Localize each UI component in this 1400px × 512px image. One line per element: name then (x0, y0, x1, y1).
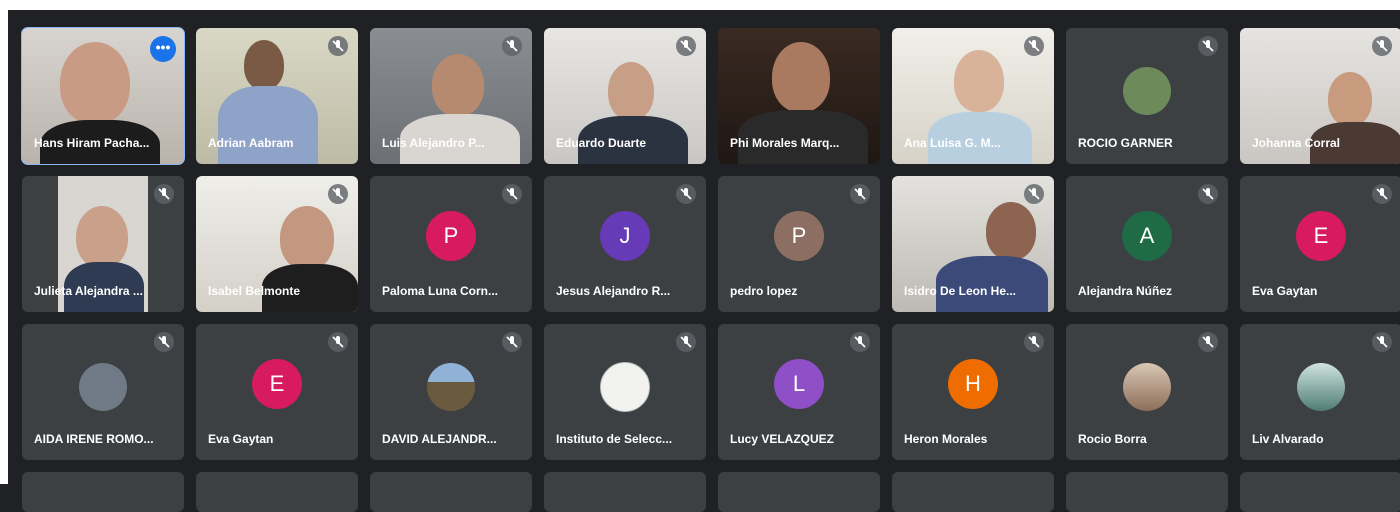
participant-tile[interactable]: Isidro De Leon He... (892, 176, 1054, 312)
mic-off-icon (1372, 184, 1392, 204)
mic-off-icon (1198, 36, 1218, 56)
participant-tile[interactable]: Rocio Borra (1066, 324, 1228, 460)
profile-photo-avatar (600, 361, 650, 412)
participant-tile[interactable]: Phi Morales Marq... (718, 28, 880, 164)
participant-name: Liv Alvarado (1252, 432, 1324, 446)
participant-name: AIDA IRENE ROMO... (34, 432, 154, 446)
profile-photo-avatar (1297, 362, 1345, 411)
participant-name: DAVID ALEJANDR... (382, 432, 497, 446)
participant-tile[interactable]: Instituto de Selecc... (544, 324, 706, 460)
initial-avatar: L (774, 358, 824, 409)
profile-photo-avatar (427, 362, 475, 411)
mic-off-icon (1372, 36, 1392, 56)
participant-tile[interactable]: E Eva Gaytan (196, 324, 358, 460)
participant-tile[interactable]: H Heron Morales (892, 324, 1054, 460)
participant-name: Lucy VELAZQUEZ (730, 432, 835, 446)
mic-off-icon (676, 332, 696, 352)
participant-tile[interactable]: P pedro lopez (718, 176, 880, 312)
mic-off-icon (328, 332, 348, 352)
participant-tile[interactable]: Luis Alejandro P... (370, 28, 532, 164)
profile-photo-avatar (1123, 66, 1171, 115)
participant-name: Luis Alejandro P... (382, 136, 485, 150)
participant-name: Rocio Borra (1078, 432, 1147, 446)
participant-name: Phi Morales Marq... (730, 136, 840, 150)
more-options-button[interactable]: ••• (150, 36, 176, 62)
mic-off-icon (1024, 332, 1044, 352)
mic-off-icon (1024, 36, 1044, 56)
participant-tile[interactable]: DAVID ALEJANDR... (370, 324, 532, 460)
participant-tile[interactable] (718, 472, 880, 512)
participant-tile[interactable]: AIDA IRENE ROMO... (22, 324, 184, 460)
mic-off-icon (1198, 332, 1218, 352)
participant-name: Julieta Alejandra ... (34, 284, 143, 298)
participant-name: ROCIO GARNER (1078, 136, 1173, 150)
initial-avatar: A (1122, 210, 1172, 261)
participant-tile[interactable] (196, 472, 358, 512)
mic-off-icon (502, 36, 522, 56)
participant-name: Heron Morales (904, 432, 988, 446)
participant-tile[interactable]: Isabel Belmonte (196, 176, 358, 312)
participant-tile[interactable]: P Paloma Luna Corn... (370, 176, 532, 312)
participant-name: Instituto de Selecc... (556, 432, 673, 446)
participant-name: Eduardo Duarte (556, 136, 647, 150)
participant-name: Eva Gaytan (208, 432, 274, 446)
participant-name: Jesus Alejandro R... (556, 284, 671, 298)
participant-tile[interactable]: Julieta Alejandra ... (22, 176, 184, 312)
participant-tile[interactable]: ••• Hans Hiram Pacha... (21, 27, 185, 165)
initial-avatar: H (948, 358, 998, 409)
participant-name: pedro lopez (730, 284, 798, 298)
participant-tile[interactable]: A Alejandra Núñez (1066, 176, 1228, 312)
profile-photo-avatar (79, 362, 127, 411)
participant-grid: ••• Hans Hiram Pacha... Adrian Aabram Lu… (21, 27, 1400, 512)
participant-tile[interactable] (370, 472, 532, 512)
initial-avatar: J (600, 210, 650, 261)
top-edge (0, 0, 1400, 10)
mic-off-icon (1024, 184, 1044, 204)
mic-off-icon (676, 184, 696, 204)
mic-off-icon (328, 184, 348, 204)
initial-avatar: P (774, 210, 824, 261)
mic-off-icon (850, 332, 870, 352)
participant-name: Ana Luisa G. M... (904, 136, 1001, 150)
participant-tile[interactable] (544, 472, 706, 512)
mic-off-icon (154, 184, 174, 204)
mic-off-icon (676, 36, 696, 56)
participant-tile[interactable]: Liv Alvarado (1240, 324, 1400, 460)
participant-tile[interactable]: J Jesus Alejandro R... (544, 176, 706, 312)
mic-off-icon (328, 36, 348, 56)
participant-tile[interactable] (892, 472, 1054, 512)
participant-tile[interactable]: ROCIO GARNER (1066, 28, 1228, 164)
participant-tile[interactable]: Ana Luisa G. M... (892, 28, 1054, 164)
participant-name: Johanna Corral (1252, 136, 1341, 150)
participant-tile[interactable]: E Eva Gaytan (1240, 176, 1400, 312)
participant-tile[interactable]: L Lucy VELAZQUEZ (718, 324, 880, 460)
initial-avatar: E (252, 358, 302, 409)
mic-off-icon (502, 184, 522, 204)
participant-name: Paloma Luna Corn... (382, 284, 499, 298)
mic-off-icon (1198, 184, 1218, 204)
participant-tile[interactable] (1066, 472, 1228, 512)
participant-tile[interactable] (22, 472, 184, 512)
mic-off-icon (1372, 332, 1392, 352)
participant-name: Eva Gaytan (1252, 284, 1318, 298)
mic-off-icon (502, 332, 522, 352)
participant-tile[interactable]: Adrian Aabram (196, 28, 358, 164)
participant-tile[interactable]: Eduardo Duarte (544, 28, 706, 164)
participant-name: Adrian Aabram (208, 136, 294, 150)
participant-name: Alejandra Núñez (1078, 284, 1173, 298)
initial-avatar: E (1296, 210, 1346, 261)
participant-tile[interactable] (1240, 472, 1400, 512)
profile-photo-avatar (1123, 362, 1171, 411)
participant-tile[interactable]: Johanna Corral (1240, 28, 1400, 164)
participant-name: Hans Hiram Pacha... (34, 136, 150, 150)
initial-avatar: P (426, 210, 476, 261)
left-edge (0, 0, 8, 484)
participant-name: Isabel Belmonte (208, 284, 301, 298)
mic-off-icon (154, 332, 174, 352)
participant-name: Isidro De Leon He... (904, 284, 1017, 298)
mic-off-icon (850, 184, 870, 204)
